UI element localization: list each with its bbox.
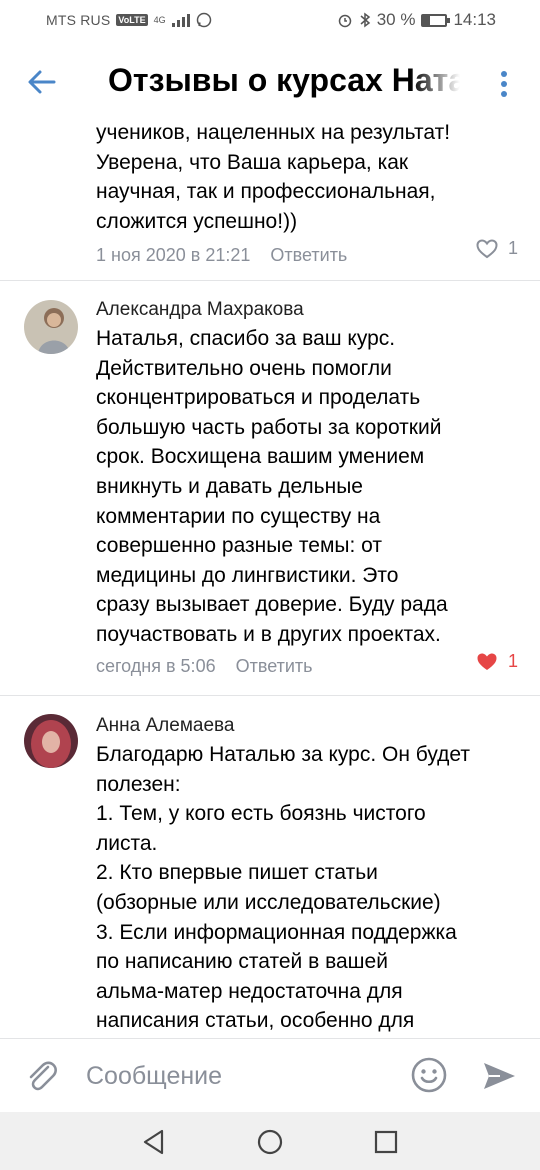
comment-text: учеников, нацеленных на результат! Увере…: [96, 121, 451, 233]
like-button[interactable]: 1: [476, 238, 518, 259]
top-app-bar: Отзывы о курсах Наталии: [0, 40, 540, 126]
battery-icon: [421, 13, 451, 27]
reply-button[interactable]: Ответить: [270, 245, 347, 266]
system-nav-bar: [0, 1112, 540, 1170]
status-bar: MTS RUS VoLTE 4G 30 % 14:13: [0, 0, 540, 40]
battery-percent-label: 30 %: [376, 10, 416, 29]
divider: [0, 695, 540, 696]
app-screen: MTS RUS VoLTE 4G 30 % 14:13 Отзывы о кур…: [0, 0, 540, 1170]
comment-body: Анна Алемаева Благодарю Наталью за курс.…: [96, 712, 526, 1036]
emoji-button[interactable]: [410, 1056, 448, 1094]
more-vertical-icon: [501, 71, 507, 97]
clock-label: 14:13: [453, 10, 496, 29]
back-button[interactable]: [22, 62, 62, 102]
message-composer: [0, 1038, 540, 1112]
arrow-left-icon: [28, 70, 56, 94]
triangle-back-icon: [143, 1129, 164, 1155]
like-button[interactable]: 1: [476, 651, 518, 672]
reply-button[interactable]: Ответить: [236, 656, 313, 677]
avatar-image: [24, 300, 78, 354]
heart-filled-icon: [477, 653, 497, 670]
avatar-image: [24, 714, 78, 768]
comment-author[interactable]: Александра Махракова: [96, 296, 526, 324]
more-options-button[interactable]: [490, 66, 518, 102]
status-left: MTS RUS VoLTE 4G: [46, 12, 212, 28]
carrier-label: MTS RUS: [46, 12, 111, 28]
comment-author[interactable]: Анна Алемаева: [96, 712, 526, 740]
whatsapp-icon: [196, 12, 211, 28]
like-count: 1: [508, 651, 519, 671]
paperclip-icon: [29, 1061, 57, 1091]
message-input[interactable]: [86, 1057, 386, 1095]
status-right: 30 % 14:13: [337, 10, 496, 30]
comment-date: 1 ноя 2020 в 21:21: [96, 244, 251, 265]
battery-level-fill: [423, 15, 431, 25]
divider: [0, 280, 540, 281]
heart-outline-icon: [476, 238, 498, 258]
nav-back-button[interactable]: [138, 1126, 170, 1158]
attach-button[interactable]: [22, 1055, 62, 1095]
comments-feed[interactable]: учеников, нацеленных на результат! Увере…: [0, 116, 540, 1038]
like-count: 1: [508, 238, 519, 258]
comment-meta: 1 ноя 2020 в 21:21 Ответить: [96, 240, 516, 270]
send-button[interactable]: [480, 1057, 518, 1095]
signal-icon: [171, 13, 190, 27]
smile-icon: [411, 1057, 447, 1093]
nav-home-button[interactable]: [254, 1126, 286, 1158]
comment-date: сегодня в 5:06: [96, 656, 216, 677]
comment-text: Наталья, спасибо за ваш курс. Действител…: [96, 327, 448, 646]
comment-body: Александра Махракова Наталья, спасибо за…: [96, 296, 526, 682]
circle-home-icon: [257, 1129, 283, 1155]
square-recents-icon: [374, 1130, 398, 1154]
volte-badge: VoLTE: [116, 14, 148, 26]
page-title: Отзывы о курсах Наталии: [108, 62, 460, 98]
comment-item: учеников, нацеленных на результат! Увере…: [96, 118, 516, 270]
comment-text: Благодарю Наталью за курс. Он будет поле…: [96, 743, 470, 1033]
nav-recents-button[interactable]: [370, 1126, 402, 1158]
comment-meta: сегодня в 5:06 Ответить: [96, 652, 526, 682]
avatar[interactable]: [24, 300, 78, 354]
bluetooth-icon: [360, 12, 370, 28]
alarm-icon: [338, 14, 351, 28]
send-icon: [484, 1063, 515, 1089]
network-type-label: 4G: [153, 14, 166, 25]
avatar[interactable]: [24, 714, 78, 768]
